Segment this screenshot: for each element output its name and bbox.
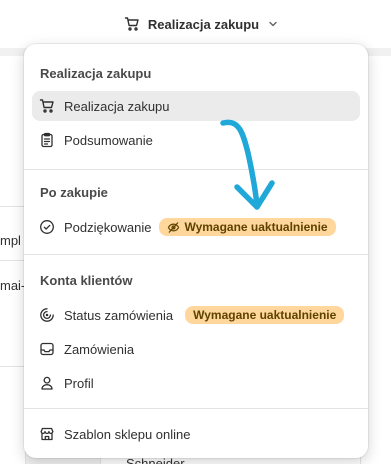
inbox-icon — [38, 340, 56, 358]
menu-item-label: Realizacja zakupu — [64, 98, 170, 114]
topbar-title: Realizacja zakupu — [147, 16, 260, 32]
menu-item-label: Profil — [64, 375, 94, 391]
clipboard-icon — [38, 131, 56, 149]
menu-item-label: Szablon sklepu online — [64, 426, 191, 442]
menu-item-summary[interactable]: Podsumowanie — [32, 125, 360, 155]
section-title-customer-accounts: Konta klientów — [40, 273, 133, 288]
badge-label: Wymagane uaktualnienie — [184, 220, 328, 234]
menu-item-label: Status zamówienia — [64, 307, 174, 323]
top-bar: Realizacja zakupu — [0, 0, 391, 48]
section-title-checkout: Realizacja zakupu — [40, 66, 152, 81]
person-icon — [38, 374, 56, 392]
divider — [24, 169, 368, 170]
background-left-panel: mpl -mai — [0, 56, 26, 464]
badge-label: Wymagane uaktualnienie — [193, 308, 337, 322]
menu-item-thank-you[interactable]: Podziękowanie Wymagane uaktualnienie — [32, 212, 360, 242]
background-text: -mai — [0, 278, 25, 293]
divider — [0, 206, 26, 207]
menu-item-order-status[interactable]: Status zamówienia Wymagane uaktualnienie — [32, 300, 360, 330]
template-selector-button[interactable]: Realizacja zakupu — [124, 16, 279, 32]
store-icon — [38, 425, 56, 443]
menu-item-profile[interactable]: Profil — [32, 368, 360, 398]
order-status-icon — [38, 306, 56, 324]
template-dropdown-menu: Realizacja zakupu Realizacja zakupu Pods… — [24, 44, 368, 458]
divider — [0, 260, 26, 261]
divider — [24, 254, 368, 255]
menu-item-label: Zamówienia — [64, 341, 135, 357]
divider — [0, 366, 26, 367]
menu-item-label: Podsumowanie — [64, 132, 153, 148]
menu-item-checkout[interactable]: Realizacja zakupu — [32, 91, 360, 121]
cart-icon — [38, 97, 56, 115]
background-text: mpl — [0, 233, 21, 248]
cart-icon — [124, 16, 140, 32]
divider — [24, 408, 368, 409]
section-title-post-purchase: Po zakupie — [40, 185, 108, 200]
upgrade-required-badge: Wymagane uaktualnienie — [185, 306, 345, 324]
chevron-down-icon — [267, 18, 279, 30]
upgrade-required-badge: Wymagane uaktualnienie — [159, 218, 336, 236]
menu-item-orders[interactable]: Zamówienia — [32, 334, 360, 364]
menu-item-online-store-template[interactable]: Szablon sklepu online — [32, 419, 360, 449]
menu-item-label: Podziękowanie — [64, 219, 152, 235]
eye-off-icon — [167, 221, 180, 234]
check-circle-icon — [38, 218, 56, 236]
